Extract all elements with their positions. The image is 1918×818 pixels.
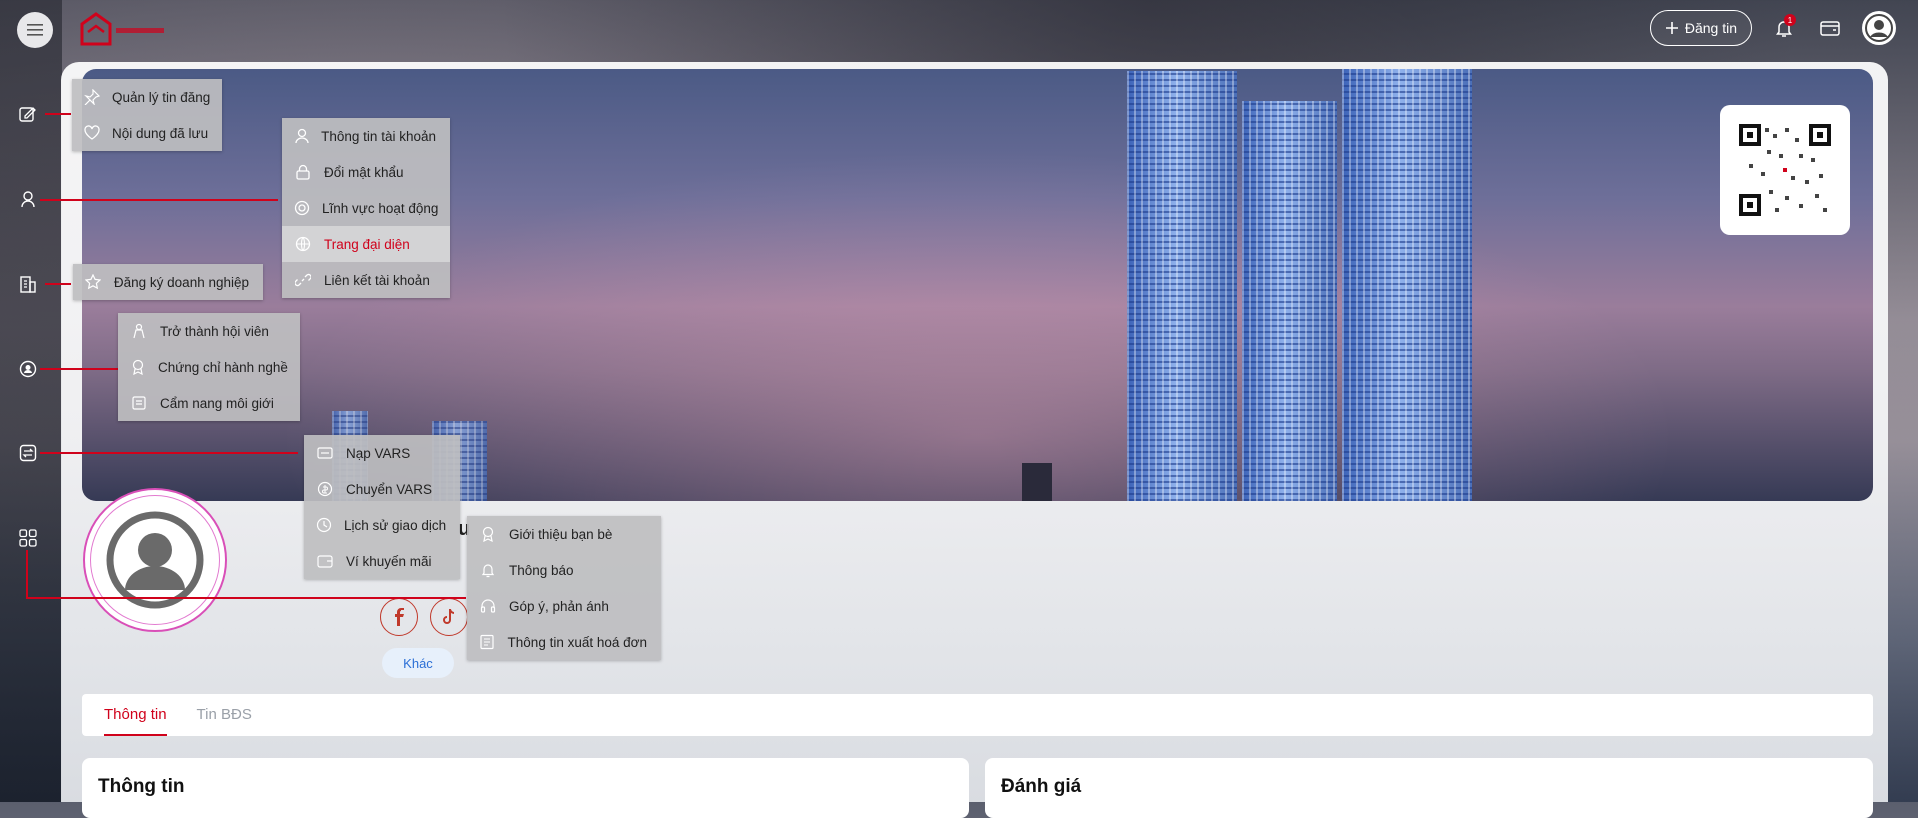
clock-icon xyxy=(316,517,332,533)
coin-icon xyxy=(317,481,333,497)
rail-vars-button[interactable] xyxy=(18,443,38,463)
tiktok-icon xyxy=(443,608,455,624)
star-icon xyxy=(85,274,102,290)
connector-account xyxy=(40,199,278,201)
menu-item-promo-wallet[interactable]: Ví khuyến mãi xyxy=(304,543,460,579)
globe-icon xyxy=(295,236,311,252)
handbook-icon xyxy=(132,396,146,410)
invoice-icon xyxy=(480,634,494,650)
menu-broker: Trở thành hội viên Chứng chỉ hành nghề C… xyxy=(118,313,300,421)
link-icon xyxy=(295,273,311,287)
menu-item-field-of-activity[interactable]: Lĩnh vực hoạt động xyxy=(282,190,450,226)
user-icon xyxy=(21,191,35,208)
menu-item-certificate[interactable]: Chứng chỉ hành nghề xyxy=(118,349,300,385)
menu-item-profile-page[interactable]: Trang đại diện xyxy=(282,226,450,262)
menu-item-manage-posts[interactable]: Quản lý tin đăng xyxy=(72,79,222,115)
menu-item-transaction-history[interactable]: Lịch sử giao dịch xyxy=(304,507,460,543)
rail-business-button[interactable] xyxy=(18,274,38,294)
menu-account: Thông tin tài khoản Đổi mật khẩu Lĩnh vự… xyxy=(282,118,450,298)
hamburger-menu-button[interactable] xyxy=(17,12,53,48)
menu-item-linked-accounts[interactable]: Liên kết tài khoản xyxy=(282,262,450,298)
notification-badge: 1 xyxy=(1784,14,1796,26)
connector-posts xyxy=(45,113,71,115)
menu-item-topup-vars[interactable]: Nạp VARS xyxy=(304,435,460,471)
brand-logo[interactable] xyxy=(78,10,170,50)
headset-icon xyxy=(480,599,496,613)
menu-item-broker-handbook[interactable]: Cẩm nang môi giới xyxy=(118,385,300,421)
other-button[interactable]: Khác xyxy=(382,648,454,678)
info-panel-title: Thông tin xyxy=(98,776,185,797)
rail-posts-button[interactable] xyxy=(18,104,38,124)
qr-code[interactable] xyxy=(1720,105,1850,235)
rail-broker-button[interactable] xyxy=(18,359,38,379)
lock-icon xyxy=(296,164,310,180)
pin-icon xyxy=(84,89,100,105)
tab-info[interactable]: Thông tin xyxy=(104,694,167,736)
member-icon xyxy=(133,323,145,339)
rail-account-button[interactable] xyxy=(18,189,38,209)
connector-business xyxy=(45,283,71,285)
wallet-icon xyxy=(317,555,333,568)
menu-icon xyxy=(27,24,43,36)
menu-item-notifications[interactable]: Thông báo xyxy=(467,552,661,588)
rail-other-button[interactable] xyxy=(18,528,38,548)
rating-panel: Đánh giá xyxy=(985,758,1873,818)
grid-icon xyxy=(19,529,37,547)
exchange-icon xyxy=(19,444,37,462)
menu-item-refer-friends[interactable]: Giới thiệu bạn bè xyxy=(467,516,661,552)
menu-other: Giới thiệu bạn bè Thông báo Góp ý, phản … xyxy=(467,516,661,660)
connector-vars xyxy=(40,452,298,454)
rating-panel-title: Đánh giá xyxy=(1001,776,1082,797)
menu-item-account-info[interactable]: Thông tin tài khoản xyxy=(282,118,450,154)
post-listing-button[interactable]: Đăng tin xyxy=(1649,10,1752,46)
user-avatar-button[interactable] xyxy=(1862,11,1896,45)
notifications-button[interactable]: 1 xyxy=(1770,14,1798,42)
post-listing-label: Đăng tin xyxy=(1684,20,1737,36)
qr-code-icon xyxy=(1739,124,1831,216)
facebook-link[interactable] xyxy=(380,598,418,636)
target-icon xyxy=(294,200,310,216)
info-panel: Thông tin xyxy=(82,758,969,818)
header-actions: Đăng tin 1 xyxy=(1649,10,1896,46)
tab-listings[interactable]: Tin BĐS xyxy=(197,694,252,736)
user-icon xyxy=(1865,14,1893,42)
topup-icon xyxy=(317,447,333,459)
profile-avatar[interactable] xyxy=(83,488,227,632)
menu-business: Đăng ký doanh nghiệp xyxy=(73,264,263,300)
connector-broker xyxy=(40,368,118,370)
menu-item-change-password[interactable]: Đổi mật khẩu xyxy=(282,154,450,190)
id-badge-icon xyxy=(19,360,37,378)
heart-icon xyxy=(84,125,100,140)
edit-note-icon xyxy=(19,107,36,122)
profile-tabs: Thông tin Tin BĐS xyxy=(82,694,1873,736)
building-icon xyxy=(20,276,36,293)
menu-vars: Nạp VARS Chuyển VARS Lịch sử giao dịch V… xyxy=(304,435,460,579)
menu-item-become-member[interactable]: Trở thành hội viên xyxy=(118,313,300,349)
menu-item-feedback[interactable]: Góp ý, phản ánh xyxy=(467,588,661,624)
wallet-icon xyxy=(1820,21,1840,36)
connector-other-vertical xyxy=(26,550,28,598)
menu-item-register-business[interactable]: Đăng ký doanh nghiệp xyxy=(73,264,263,300)
connector-other xyxy=(26,597,466,599)
award-icon xyxy=(132,359,144,375)
plus-icon xyxy=(1665,22,1678,34)
menu-posts: Quản lý tin đăng Nội dung đã lưu xyxy=(72,79,222,151)
menu-item-invoice-info[interactable]: Thông tin xuất hoá đơn xyxy=(467,624,661,660)
user-icon xyxy=(106,511,204,609)
user-icon xyxy=(294,128,309,144)
facebook-icon xyxy=(395,608,404,626)
wallet-button[interactable] xyxy=(1816,14,1844,42)
tiktok-link[interactable] xyxy=(430,598,468,636)
menu-item-saved-content[interactable]: Nội dung đã lưu xyxy=(72,115,222,151)
menu-item-transfer-vars[interactable]: Chuyển VARS xyxy=(304,471,460,507)
refer-icon xyxy=(482,526,494,542)
bell-icon xyxy=(481,564,495,578)
